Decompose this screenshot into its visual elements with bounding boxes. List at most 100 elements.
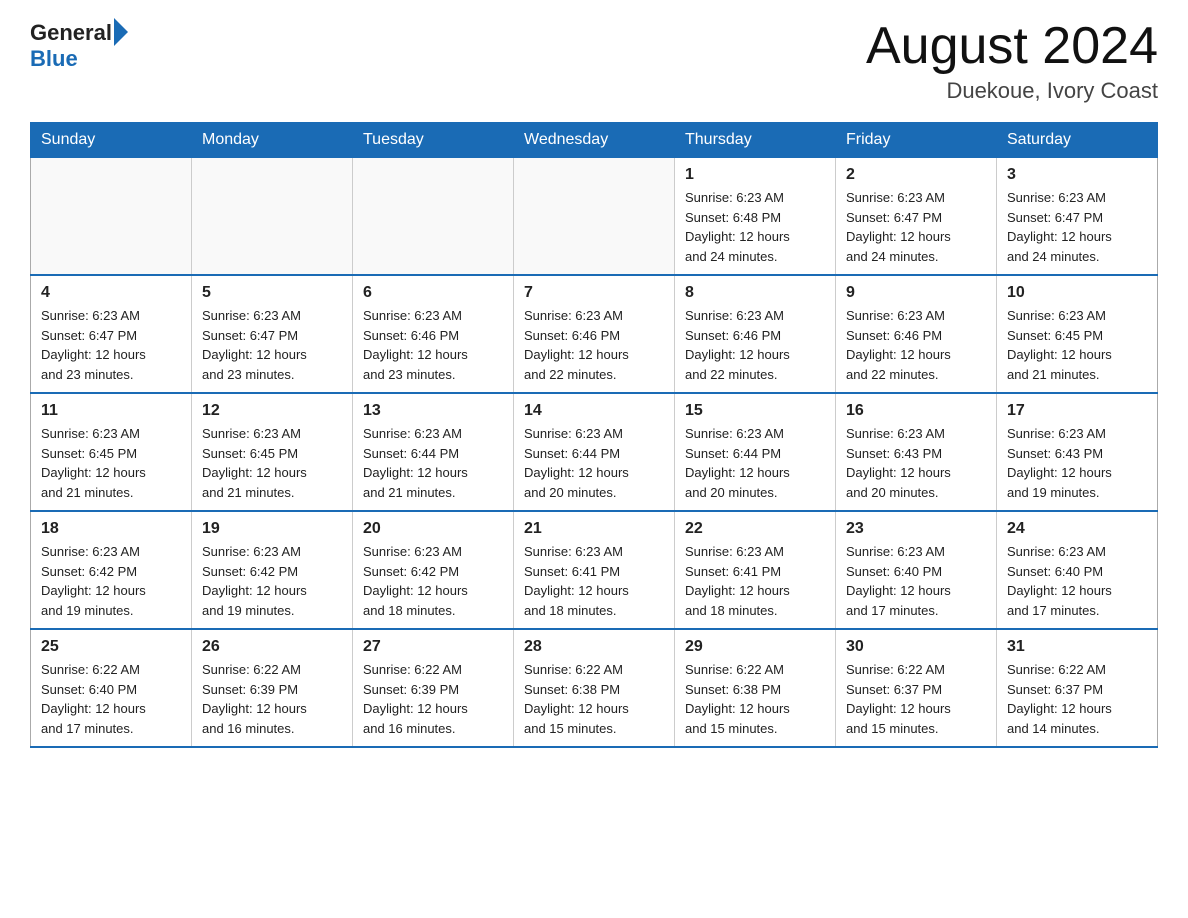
header-sunday: Sunday [31,123,192,158]
calendar-cell: 9 Sunrise: 6:23 AM Sunset: 6:46 PM Daylig… [836,275,997,393]
day-info: Sunrise: 6:23 AM Sunset: 6:48 PM Dayligh… [685,188,825,266]
calendar-cell [31,158,192,276]
header-monday: Monday [192,123,353,158]
calendar-table: SundayMondayTuesdayWednesdayThursdayFrid… [30,122,1158,748]
day-info: Sunrise: 6:23 AM Sunset: 6:47 PM Dayligh… [202,306,342,384]
calendar-cell: 13 Sunrise: 6:23 AM Sunset: 6:44 PM Dayli… [353,393,514,511]
logo-general: General [30,20,128,45]
day-info: Sunrise: 6:23 AM Sunset: 6:45 PM Dayligh… [41,424,181,502]
calendar-cell: 19 Sunrise: 6:23 AM Sunset: 6:42 PM Dayli… [192,511,353,629]
calendar-cell: 31Sunrise: 6:22 AM Sunset: 6:37 PM Dayli… [997,629,1158,747]
day-info: Sunrise: 6:23 AM Sunset: 6:43 PM Dayligh… [1007,424,1147,502]
calendar-cell: 27Sunrise: 6:22 AM Sunset: 6:39 PM Dayli… [353,629,514,747]
day-number: 2 [846,166,986,184]
calendar-cell: 23 Sunrise: 6:23 AM Sunset: 6:40 PM Dayli… [836,511,997,629]
day-info: Sunrise: 6:23 AM Sunset: 6:42 PM Dayligh… [41,542,181,620]
day-number: 23 [846,520,986,538]
calendar-cell: 29 Sunrise: 6:22 AM Sunset: 6:38 PM Dayli… [675,629,836,747]
day-info: Sunrise: 6:23 AM Sunset: 6:44 PM Dayligh… [685,424,825,502]
day-info: Sunrise: 6:23 AM Sunset: 6:46 PM Dayligh… [685,306,825,384]
calendar-cell: 10 Sunrise: 6:23 AM Sunset: 6:45 PM Dayli… [997,275,1158,393]
header-tuesday: Tuesday [353,123,514,158]
week-row-3: 11 Sunrise: 6:23 AM Sunset: 6:45 PM Dayli… [31,393,1158,511]
calendar-cell: 12 Sunrise: 6:23 AM Sunset: 6:45 PM Dayli… [192,393,353,511]
day-info: Sunrise: 6:23 AM Sunset: 6:41 PM Dayligh… [685,542,825,620]
calendar-cell: 6 Sunrise: 6:23 AM Sunset: 6:46 PM Daylig… [353,275,514,393]
day-info: Sunrise: 6:22 AM Sunset: 6:38 PM Dayligh… [524,660,664,738]
day-info: Sunrise: 6:23 AM Sunset: 6:46 PM Dayligh… [363,306,503,384]
day-number: 10 [1007,284,1147,302]
day-info: Sunrise: 6:23 AM Sunset: 6:47 PM Dayligh… [41,306,181,384]
day-info: Sunrise: 6:23 AM Sunset: 6:47 PM Dayligh… [846,188,986,266]
calendar-cell [514,158,675,276]
calendar-cell: 21 Sunrise: 6:23 AM Sunset: 6:41 PM Dayli… [514,511,675,629]
day-number: 9 [846,284,986,302]
day-number: 5 [202,284,342,302]
calendar-cell: 26 Sunrise: 6:22 AM Sunset: 6:39 PM Dayli… [192,629,353,747]
title-area: August 2024 Duekoue, Ivory Coast [866,20,1158,104]
day-info: Sunrise: 6:23 AM Sunset: 6:42 PM Dayligh… [363,542,503,620]
calendar-cell: 20 Sunrise: 6:23 AM Sunset: 6:42 PM Dayli… [353,511,514,629]
day-info: Sunrise: 6:22 AM Sunset: 6:38 PM Dayligh… [685,660,825,738]
calendar-cell: 24Sunrise: 6:23 AM Sunset: 6:40 PM Dayli… [997,511,1158,629]
day-number: 12 [202,402,342,420]
calendar-cell: 16 Sunrise: 6:23 AM Sunset: 6:43 PM Dayli… [836,393,997,511]
day-number: 13 [363,402,503,420]
day-number: 6 [363,284,503,302]
day-number: 7 [524,284,664,302]
day-info: Sunrise: 6:23 AM Sunset: 6:46 PM Dayligh… [524,306,664,384]
calendar-cell: 5 Sunrise: 6:23 AM Sunset: 6:47 PM Daylig… [192,275,353,393]
day-number: 26 [202,638,342,656]
week-row-4: 18 Sunrise: 6:23 AM Sunset: 6:42 PM Dayli… [31,511,1158,629]
day-number: 18 [41,520,181,538]
location: Duekoue, Ivory Coast [866,78,1158,104]
day-number: 21 [524,520,664,538]
calendar-cell: 4 Sunrise: 6:23 AM Sunset: 6:47 PM Daylig… [31,275,192,393]
day-info: Sunrise: 6:23 AM Sunset: 6:42 PM Dayligh… [202,542,342,620]
header-friday: Friday [836,123,997,158]
day-number: 20 [363,520,503,538]
day-number: 30 [846,638,986,656]
day-number: 15 [685,402,825,420]
day-info: Sunrise: 6:23 AM Sunset: 6:44 PM Dayligh… [363,424,503,502]
day-info: Sunrise: 6:23 AM Sunset: 6:47 PM Dayligh… [1007,188,1147,266]
calendar-cell [353,158,514,276]
day-info: Sunrise: 6:22 AM Sunset: 6:37 PM Dayligh… [846,660,986,738]
day-info: Sunrise: 6:23 AM Sunset: 6:45 PM Dayligh… [1007,306,1147,384]
calendar-cell: 30 Sunrise: 6:22 AM Sunset: 6:37 PM Dayli… [836,629,997,747]
day-info: Sunrise: 6:23 AM Sunset: 6:44 PM Dayligh… [524,424,664,502]
day-info: Sunrise: 6:22 AM Sunset: 6:40 PM Dayligh… [41,660,181,738]
header-wednesday: Wednesday [514,123,675,158]
day-number: 22 [685,520,825,538]
calendar-cell: 8 Sunrise: 6:23 AM Sunset: 6:46 PM Daylig… [675,275,836,393]
day-number: 1 [685,166,825,184]
day-info: Sunrise: 6:23 AM Sunset: 6:40 PM Dayligh… [1007,542,1147,620]
calendar-cell: 11 Sunrise: 6:23 AM Sunset: 6:45 PM Dayli… [31,393,192,511]
day-info: Sunrise: 6:23 AM Sunset: 6:41 PM Dayligh… [524,542,664,620]
day-number: 4 [41,284,181,302]
page-header: General Blue August 2024 Duekoue, Ivory … [30,20,1158,104]
day-info: Sunrise: 6:23 AM Sunset: 6:46 PM Dayligh… [846,306,986,384]
calendar-cell: 18 Sunrise: 6:23 AM Sunset: 6:42 PM Dayli… [31,511,192,629]
calendar-cell: 17 Sunrise: 6:23 AM Sunset: 6:43 PM Dayli… [997,393,1158,511]
week-row-1: 1 Sunrise: 6:23 AM Sunset: 6:48 PM Daylig… [31,158,1158,276]
day-info: Sunrise: 6:23 AM Sunset: 6:40 PM Dayligh… [846,542,986,620]
day-info: Sunrise: 6:22 AM Sunset: 6:39 PM Dayligh… [202,660,342,738]
day-number: 16 [846,402,986,420]
calendar-cell: 22 Sunrise: 6:23 AM Sunset: 6:41 PM Dayli… [675,511,836,629]
day-info: Sunrise: 6:23 AM Sunset: 6:43 PM Dayligh… [846,424,986,502]
calendar-cell: 15 Sunrise: 6:23 AM Sunset: 6:44 PM Dayli… [675,393,836,511]
day-number: 11 [41,402,181,420]
day-info: Sunrise: 6:22 AM Sunset: 6:39 PM Dayligh… [363,660,503,738]
header-thursday: Thursday [675,123,836,158]
day-number: 17 [1007,402,1147,420]
day-number: 8 [685,284,825,302]
day-number: 29 [685,638,825,656]
week-row-2: 4 Sunrise: 6:23 AM Sunset: 6:47 PM Daylig… [31,275,1158,393]
calendar-cell: 1 Sunrise: 6:23 AM Sunset: 6:48 PM Daylig… [675,158,836,276]
calendar-cell: 7 Sunrise: 6:23 AM Sunset: 6:46 PM Daylig… [514,275,675,393]
logo-blue: Blue [30,46,128,72]
week-row-5: 25Sunrise: 6:22 AM Sunset: 6:40 PM Dayli… [31,629,1158,747]
day-number: 19 [202,520,342,538]
day-info: Sunrise: 6:23 AM Sunset: 6:45 PM Dayligh… [202,424,342,502]
